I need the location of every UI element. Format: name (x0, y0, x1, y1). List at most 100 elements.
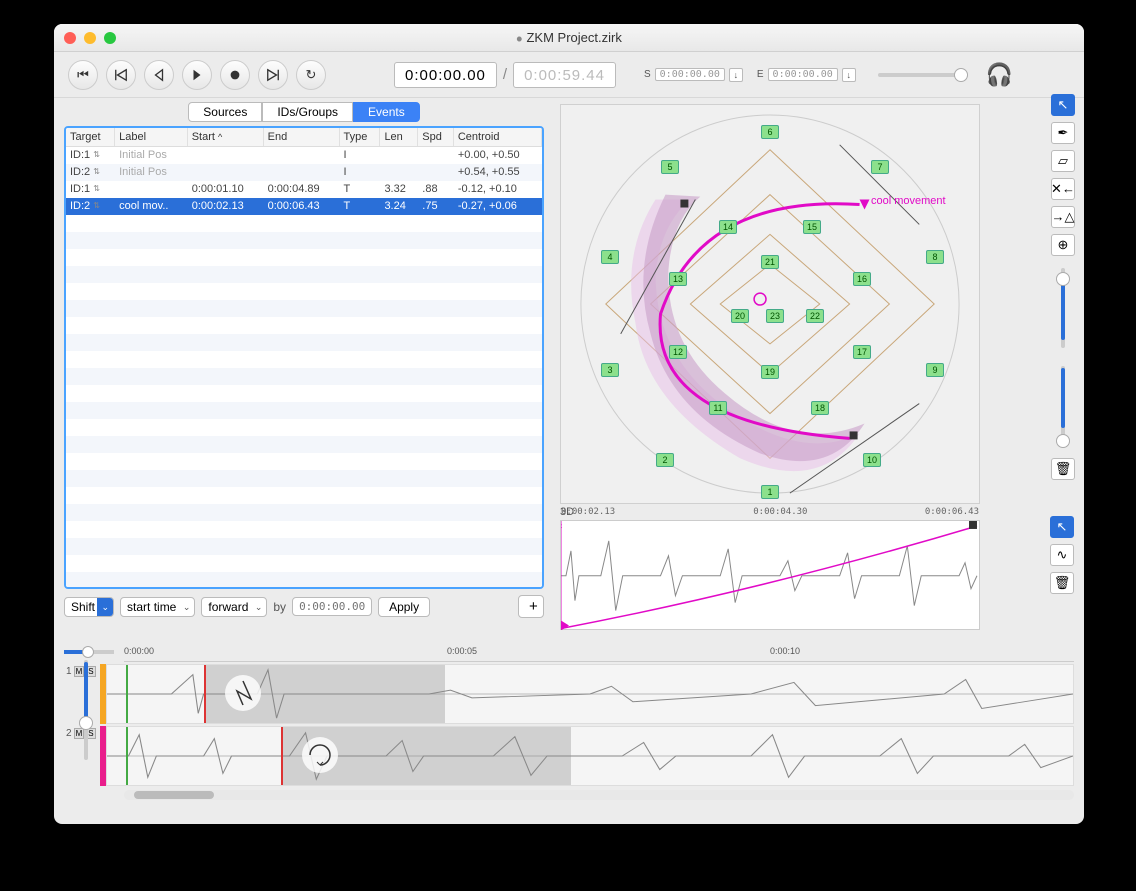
speaker-1[interactable]: 1 (761, 485, 779, 499)
record-button[interactable] (220, 60, 250, 90)
speaker-13[interactable]: 13 (669, 272, 687, 286)
detail-tick-0: 0:00:02.13 (561, 507, 615, 517)
events-table[interactable]: Target Label Start ^ End Type Len Spd Ce… (64, 126, 544, 589)
spatial-view[interactable]: 1 2 3 4 5 6 7 8 9 10 11 12 13 14 15 16 1… (560, 104, 980, 504)
speaker-7[interactable]: 7 (871, 160, 889, 174)
loop-button[interactable]: ↻ (296, 60, 326, 90)
detail-trash-button[interactable]: 🗑 (1050, 572, 1074, 594)
table-row[interactable]: ID:2 ⇅Initial PosI+0.54, +0.55 (66, 164, 542, 181)
time-current: 0:00:00.00 (394, 62, 497, 88)
pointer-tool[interactable]: ↖ (1051, 94, 1075, 116)
detail-curve-tool[interactable]: ∿ (1050, 544, 1074, 566)
col-type[interactable]: Type (339, 128, 380, 147)
speaker-8[interactable]: 8 (926, 250, 944, 264)
tab-ids-groups[interactable]: IDs/Groups (262, 102, 353, 122)
rect-tool[interactable]: ▱ (1051, 150, 1075, 172)
zoom-slider[interactable] (1061, 268, 1065, 348)
shift-direction-select[interactable]: forward⌄ (201, 597, 267, 617)
col-target[interactable]: Target (66, 128, 115, 147)
add-event-button[interactable]: + (518, 595, 544, 618)
speaker-9[interactable]: 9 (926, 363, 944, 377)
detail-waveform[interactable]: 0:00:02.13 0:00:04.30 0:00:06.43 × (560, 520, 980, 630)
timeline-ruler[interactable]: 0:00:00 0:00:05 0:00:10 (124, 644, 1074, 662)
app-window: •ZKM Project.zirk ⏮ ↻ 0:00:00.00 / 0:00:… (54, 24, 1084, 824)
time-total: 0:00:59.44 (513, 62, 616, 88)
timeline-scrollbar[interactable] (124, 790, 1074, 800)
close-window-button[interactable] (64, 32, 76, 44)
mirror-tool[interactable]: ✕← (1051, 178, 1075, 200)
speaker-19[interactable]: 19 (761, 365, 779, 379)
speaker-4[interactable]: 4 (601, 250, 619, 264)
speaker-3[interactable]: 3 (601, 363, 619, 377)
speaker-10[interactable]: 10 (863, 453, 881, 467)
tab-events[interactable]: Events (353, 102, 420, 122)
shift-bar: Shift⌄ start time⌄ forward⌄ by Apply + (64, 595, 544, 618)
col-len[interactable]: Len (380, 128, 418, 147)
col-label[interactable]: Label (115, 128, 188, 147)
speaker-2[interactable]: 2 (656, 453, 674, 467)
speaker-5[interactable]: 5 (661, 160, 679, 174)
zoom-window-button[interactable] (104, 32, 116, 44)
track-1[interactable]: 1MS (64, 664, 1074, 724)
pen-tool[interactable]: ✒ (1051, 122, 1075, 144)
detail-pointer-tool[interactable]: ↖ (1050, 516, 1074, 538)
play-reverse-button[interactable] (144, 60, 174, 90)
speaker-22[interactable]: 22 (806, 309, 824, 323)
timeline-vzoom-slider[interactable] (84, 660, 88, 760)
ruler-tick-2: 0:00:10 (770, 646, 800, 656)
path-annotation: cool movement (871, 195, 946, 207)
table-row[interactable]: ID:1 ⇅0:00:01.100:00:04.89T3.32.88-0.12,… (66, 181, 542, 198)
volume-slider[interactable] (878, 73, 968, 77)
speaker-14[interactable]: 14 (719, 220, 737, 234)
speaker-16[interactable]: 16 (853, 272, 871, 286)
track-1-waveform[interactable] (106, 664, 1074, 724)
track-2-waveform[interactable] (106, 726, 1074, 786)
apply-button[interactable]: Apply (378, 597, 430, 617)
table-row[interactable]: ID:2 ⇅cool mov..0:00:02.130:00:06.43T3.2… (66, 198, 542, 215)
prev-marker-button[interactable] (106, 60, 136, 90)
headphones-icon[interactable]: 🎧 (986, 62, 1013, 88)
spatial-tools: ↖ ✒ ▱ ✕← →△ ⊕ 🗑 (1050, 94, 1076, 480)
end-label: E (757, 69, 764, 80)
speaker-15[interactable]: 15 (803, 220, 821, 234)
svg-text:×: × (561, 522, 563, 531)
speaker-6[interactable]: 6 (761, 125, 779, 139)
play-button[interactable] (182, 60, 212, 90)
speaker-18[interactable]: 18 (811, 401, 829, 415)
table-row[interactable]: ID:1 ⇅Initial PosI+0.00, +0.50 (66, 147, 542, 164)
set-start-button[interactable]: ↓ (729, 68, 743, 82)
minimize-window-button[interactable] (84, 32, 96, 44)
ruler-tick-0: 0:00:00 (124, 646, 154, 656)
track-2[interactable]: 2MS (64, 726, 1074, 786)
opacity-slider[interactable] (1061, 366, 1065, 446)
panel-tabs: Sources IDs/Groups Events (64, 102, 544, 122)
target-tool[interactable]: ⊕ (1051, 234, 1075, 256)
titlebar: •ZKM Project.zirk (54, 24, 1084, 52)
time-separator: / (503, 66, 507, 83)
speaker-12[interactable]: 12 (669, 345, 687, 359)
next-marker-button[interactable] (258, 60, 288, 90)
go-to-start-button[interactable]: ⏮ (68, 60, 98, 90)
speaker-21[interactable]: 21 (761, 255, 779, 269)
speaker-11[interactable]: 11 (709, 401, 727, 415)
by-label: by (273, 600, 286, 614)
speaker-20[interactable]: 20 (731, 309, 749, 323)
col-start[interactable]: Start ^ (187, 128, 263, 147)
transport-toolbar: ⏮ ↻ 0:00:00.00 / 0:00:59.44 S 0:00:00.00… (54, 52, 1084, 98)
speaker-23[interactable]: 23 (766, 309, 784, 323)
col-spd[interactable]: Spd (418, 128, 454, 147)
trash-button[interactable]: 🗑 (1051, 458, 1075, 480)
shift-field-select[interactable]: start time⌄ (120, 597, 195, 617)
timeline: 0:00:00 0:00:05 0:00:10 1MS 2MS (64, 644, 1074, 814)
tab-sources[interactable]: Sources (188, 102, 262, 122)
timeline-hzoom-slider[interactable] (64, 650, 114, 654)
shift-mode-select[interactable]: Shift⌄ (64, 597, 114, 617)
start-time-field[interactable]: 0:00:00.00 (655, 68, 725, 81)
shift-amount-input[interactable] (292, 597, 372, 616)
col-end[interactable]: End (263, 128, 339, 147)
transform-tool[interactable]: →△ (1051, 206, 1075, 228)
col-centroid[interactable]: Centroid (453, 128, 541, 147)
speaker-17[interactable]: 17 (853, 345, 871, 359)
end-time-field[interactable]: 0:00:00.00 (768, 68, 838, 81)
set-end-button[interactable]: ↓ (842, 68, 856, 82)
